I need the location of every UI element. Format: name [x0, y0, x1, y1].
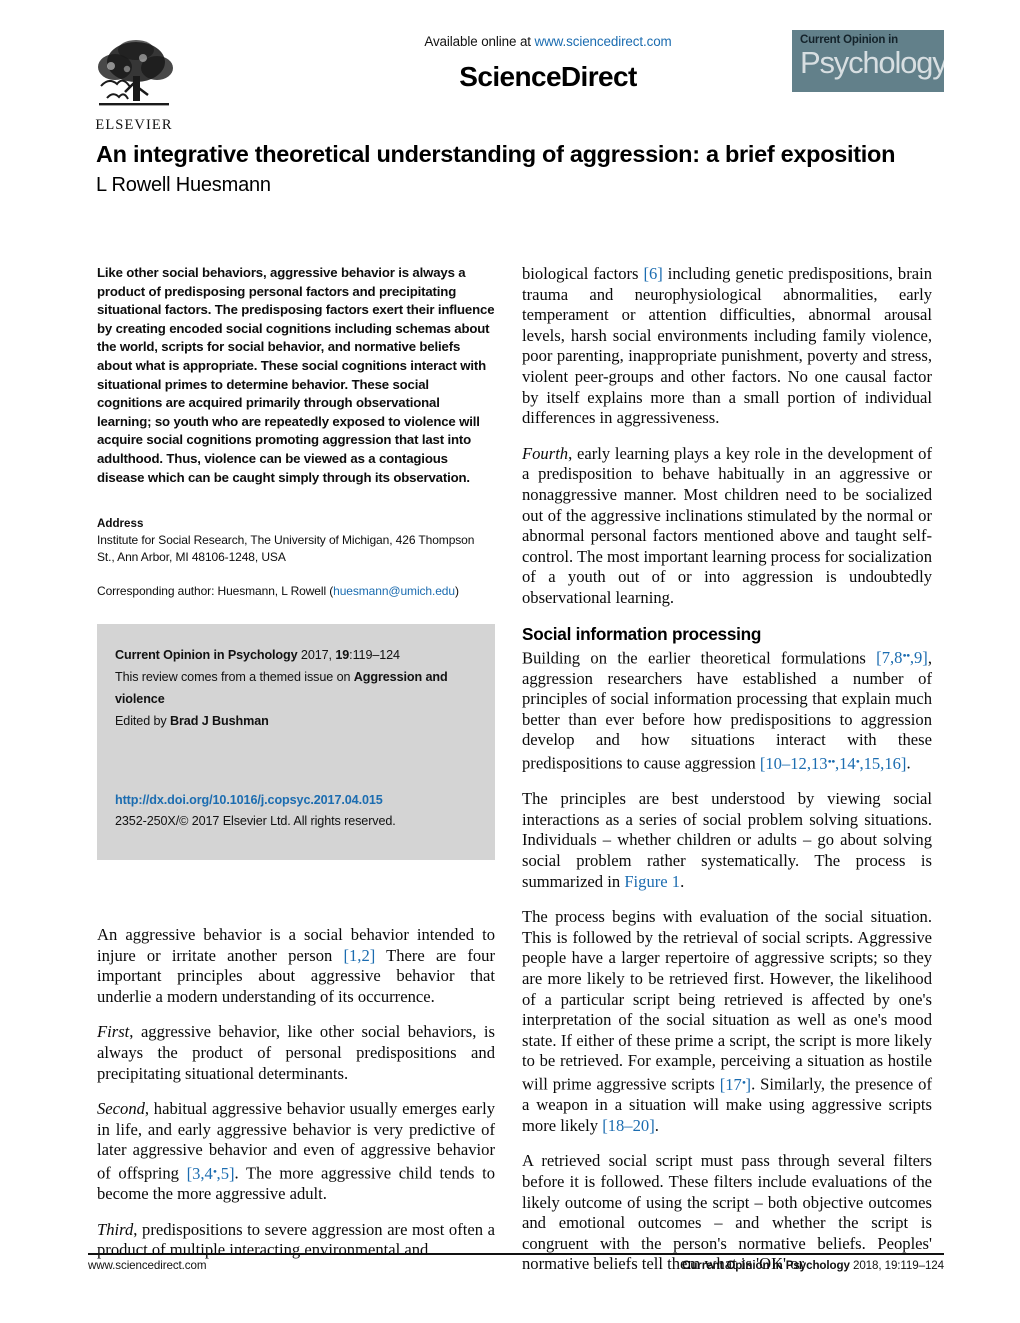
citation-ref[interactable]: [18–20] — [602, 1116, 655, 1135]
paragraph-second-principle: Second, habitual aggressive behavior usu… — [97, 1099, 495, 1205]
title-block: An integrative theoretical understanding… — [96, 140, 948, 198]
footer-volume-pages: 2018, 19:119–124 — [849, 1259, 944, 1272]
copyright-line: 2352-250X/© 2017 Elsevier Ltd. All right… — [115, 813, 396, 828]
principle-lead-third: Third — [97, 1219, 134, 1239]
para-text: , aggressive behavior, like other social… — [97, 1022, 495, 1083]
paragraph-definition: An aggressive behavior is a social behav… — [97, 925, 495, 1007]
para-text: biological factors — [522, 264, 644, 283]
doi-link[interactable]: http://dx.doi.org/10.1016/j.copsyc.2017.… — [115, 793, 477, 807]
paragraph-biological-factors: biological factors [6] including genetic… — [522, 264, 932, 429]
abstract-text: Like other social behaviors, aggressive … — [97, 265, 495, 485]
elsevier-logo: ELSEVIER — [88, 26, 180, 134]
para-text: , early learning plays a key role in the… — [522, 443, 932, 607]
address-heading: Address — [97, 517, 144, 531]
ref-num: [10–12,13 — [759, 753, 828, 773]
edited-by-line: Edited by Brad J Bushman — [115, 710, 477, 732]
citation-volume: 19 — [335, 647, 350, 662]
elsevier-tree-icon — [98, 40, 173, 106]
sciencedirect-wordmark: ScienceDirect — [459, 61, 637, 92]
citation-journal-line: Current Opinion in Psychology 2017, 19:1… — [115, 644, 477, 666]
paragraph-fourth-principle: Fourth, early learning plays a key role … — [522, 444, 932, 609]
corresponding-prefix: Corresponding author: Huesmann, L Rowell… — [97, 584, 334, 599]
paper-page: ELSEVIER Available online at www.science… — [0, 0, 1020, 1323]
para-text: Building on the earlier theoretical form… — [522, 648, 877, 668]
citation-ref[interactable]: [3,4•,5] — [187, 1164, 235, 1183]
page-title: An integrative theoretical understanding… — [96, 141, 896, 167]
citation-ref[interactable]: [7,8••,9] — [876, 648, 928, 667]
ref-num: [3,4 — [186, 1163, 213, 1183]
corresponding-author: Corresponding author: Huesmann, L Rowell… — [97, 583, 495, 600]
ref-num: ,15,16] — [859, 753, 907, 773]
citation-ref[interactable]: [1,2] — [343, 946, 375, 965]
para-text: The principles are best understood by vi… — [522, 789, 932, 891]
elsevier-wordmark: ELSEVIER — [95, 117, 173, 133]
paragraph-process-begins: The process begins with evaluation of th… — [522, 907, 932, 1136]
principle-lead-fourth: Fourth — [522, 443, 569, 463]
ref-num: ,5] — [216, 1163, 235, 1183]
sciencedirect-url[interactable]: www.sciencedirect.com — [535, 34, 672, 49]
journal-logo: Current Opinion in Psychology — [792, 30, 944, 92]
left-column-body: An aggressive behavior is a social behav… — [97, 925, 495, 1261]
footer-sciencedirect-url[interactable]: www.sciencedirect.com — [88, 1259, 206, 1272]
available-online-text: Available online at — [424, 34, 535, 49]
paragraph-building-formulations: Building on the earlier theoretical form… — [522, 646, 932, 775]
themed-issue-line: This review comes from a themed issue on… — [115, 666, 477, 710]
left-column-head: Like other social behaviors, aggressive … — [97, 264, 495, 860]
author-name: L Rowell Huesmann — [96, 174, 271, 196]
principle-lead-second: Second — [97, 1099, 145, 1119]
citation-ref[interactable]: [10–12,13••,14•,15,16] — [760, 754, 907, 773]
masthead: ELSEVIER Available online at www.science… — [88, 26, 944, 138]
citation-pages: :119–124 — [349, 647, 400, 662]
ref-num: [7,8 — [876, 648, 903, 668]
themed-issue-prefix: This review comes from a themed issue on — [115, 669, 354, 684]
corresponding-email-link[interactable]: huesmann@umich.edu — [333, 584, 455, 598]
para-text: including genetic predispositions, brain… — [522, 264, 932, 428]
paragraph-retrieved-script-filters: A retrieved social script must pass thro… — [522, 1151, 932, 1274]
citation-ref[interactable]: [6] — [643, 264, 662, 283]
ref-num: [17 — [719, 1074, 742, 1094]
paragraph-first-principle: First, aggressive behavior, like other s… — [97, 1022, 495, 1084]
ref-num: ,14 — [834, 753, 856, 773]
footer-journal-citation: Current Opinion in Psychology 2018, 19:1… — [682, 1259, 944, 1272]
para-text: . — [906, 753, 911, 773]
right-column-body: biological factors [6] including genetic… — [522, 264, 932, 1275]
figure-reference-link[interactable]: Figure 1 — [624, 872, 680, 891]
ref-star: •• — [827, 754, 836, 769]
paragraph-principles-understood: The principles are best understood by vi… — [522, 789, 932, 892]
footer-divider — [88, 1253, 944, 1255]
citation-journal-name: Current Opinion in Psychology — [115, 647, 298, 662]
edited-by-prefix: Edited by — [115, 713, 171, 728]
available-online-line: Available online at www.sciencedirect.co… — [268, 34, 828, 49]
para-text: . — [654, 1115, 659, 1135]
ref-num: ,9] — [909, 648, 928, 668]
section-heading-social-information-processing: Social information processing — [522, 623, 762, 644]
journal-logo-main-text: Psychology — [800, 45, 944, 80]
address-body: Institute for Social Research, The Unive… — [97, 533, 475, 564]
para-text: . — [680, 871, 685, 891]
ref-star: •• — [902, 648, 910, 663]
editor-name: Brad J Bushman — [170, 713, 269, 728]
page-footer: www.sciencedirect.com Current Opinion in… — [88, 1259, 944, 1272]
footer-journal-name: Current Opinion in Psychology — [682, 1259, 850, 1272]
principle-lead-first: First — [97, 1022, 130, 1042]
sciencedirect-block: Available online at www.sciencedirect.co… — [268, 34, 828, 93]
corresponding-suffix: ) — [454, 584, 459, 599]
para-text: The process begins with evaluation of th… — [522, 907, 932, 1094]
citation-ref[interactable]: [17•] — [720, 1075, 751, 1094]
citation-year: 2017, — [297, 647, 336, 662]
citation-box: Current Opinion in Psychology 2017, 19:1… — [97, 623, 495, 860]
